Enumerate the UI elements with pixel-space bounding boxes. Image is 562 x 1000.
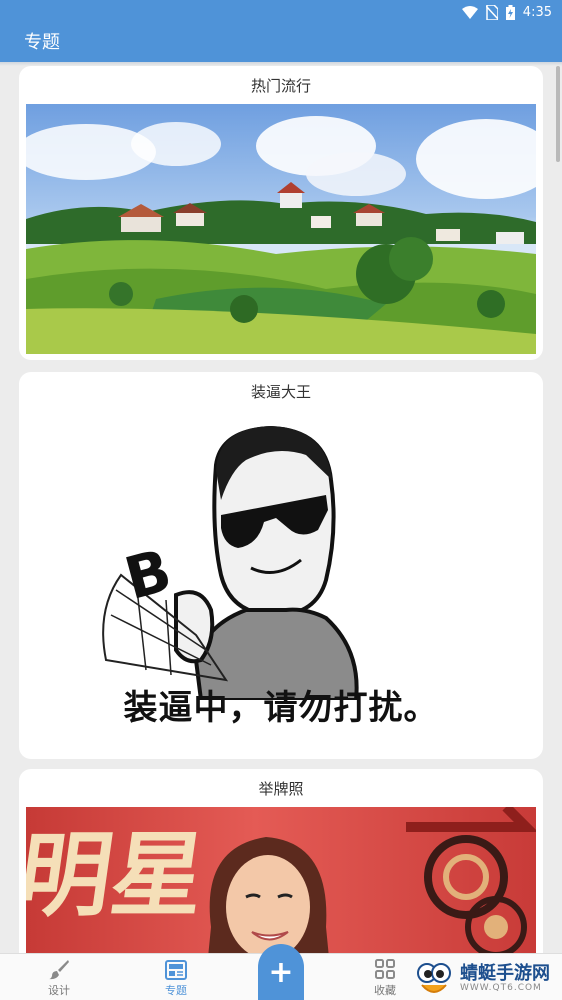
grid-icon: [375, 959, 395, 979]
topic-card-meme[interactable]: 装逼大王 B 装逼中，请勿打扰。: [19, 372, 543, 759]
brush-icon: [49, 960, 69, 980]
app-bar: 4:35 专题: [0, 0, 562, 62]
card-image[interactable]: B 装逼中，请勿打扰。: [26, 410, 536, 752]
dragonfly-logo-icon: [417, 963, 451, 993]
card-title: 热门流行: [250, 77, 311, 95]
card-title: 举牌照: [258, 780, 304, 798]
page-title: 专题: [24, 32, 60, 53]
watermark-subtitle: WWW.QT6.COM: [460, 983, 542, 993]
meme-caption: 装逼中，请勿打扰。: [123, 688, 439, 728]
status-time: 4:35: [522, 4, 552, 20]
no-sim-icon: [485, 4, 498, 20]
nav-design[interactable]: 设计: [19, 954, 99, 1000]
wifi-icon: [461, 5, 478, 19]
watermark: 蜻蜓手游网 WWW.QT6.COM: [414, 958, 562, 1000]
battery-charging-icon: [505, 4, 515, 20]
newspaper-icon: [165, 960, 187, 980]
nav-favorites[interactable]: 收藏: [345, 954, 425, 1000]
card-image[interactable]: [26, 104, 536, 354]
nav-label: 设计: [48, 984, 70, 997]
nav-topics[interactable]: 专题: [136, 954, 216, 1000]
card-title: 装逼大王: [250, 383, 311, 401]
watermark-title: 蜻蜓手游网: [460, 963, 550, 984]
landscape-image: [26, 116, 536, 354]
nav-label: 收藏: [374, 984, 396, 997]
scrollbar[interactable]: [556, 66, 560, 162]
add-button[interactable]: +: [258, 944, 304, 1000]
status-bar: 4:35: [461, 0, 562, 24]
meme-image: B: [102, 425, 359, 702]
plus-icon: +: [268, 954, 294, 990]
svg-text:B: B: [118, 536, 178, 613]
nav-label: 专题: [165, 984, 187, 997]
topic-card-hot[interactable]: 热门流行: [19, 66, 543, 360]
